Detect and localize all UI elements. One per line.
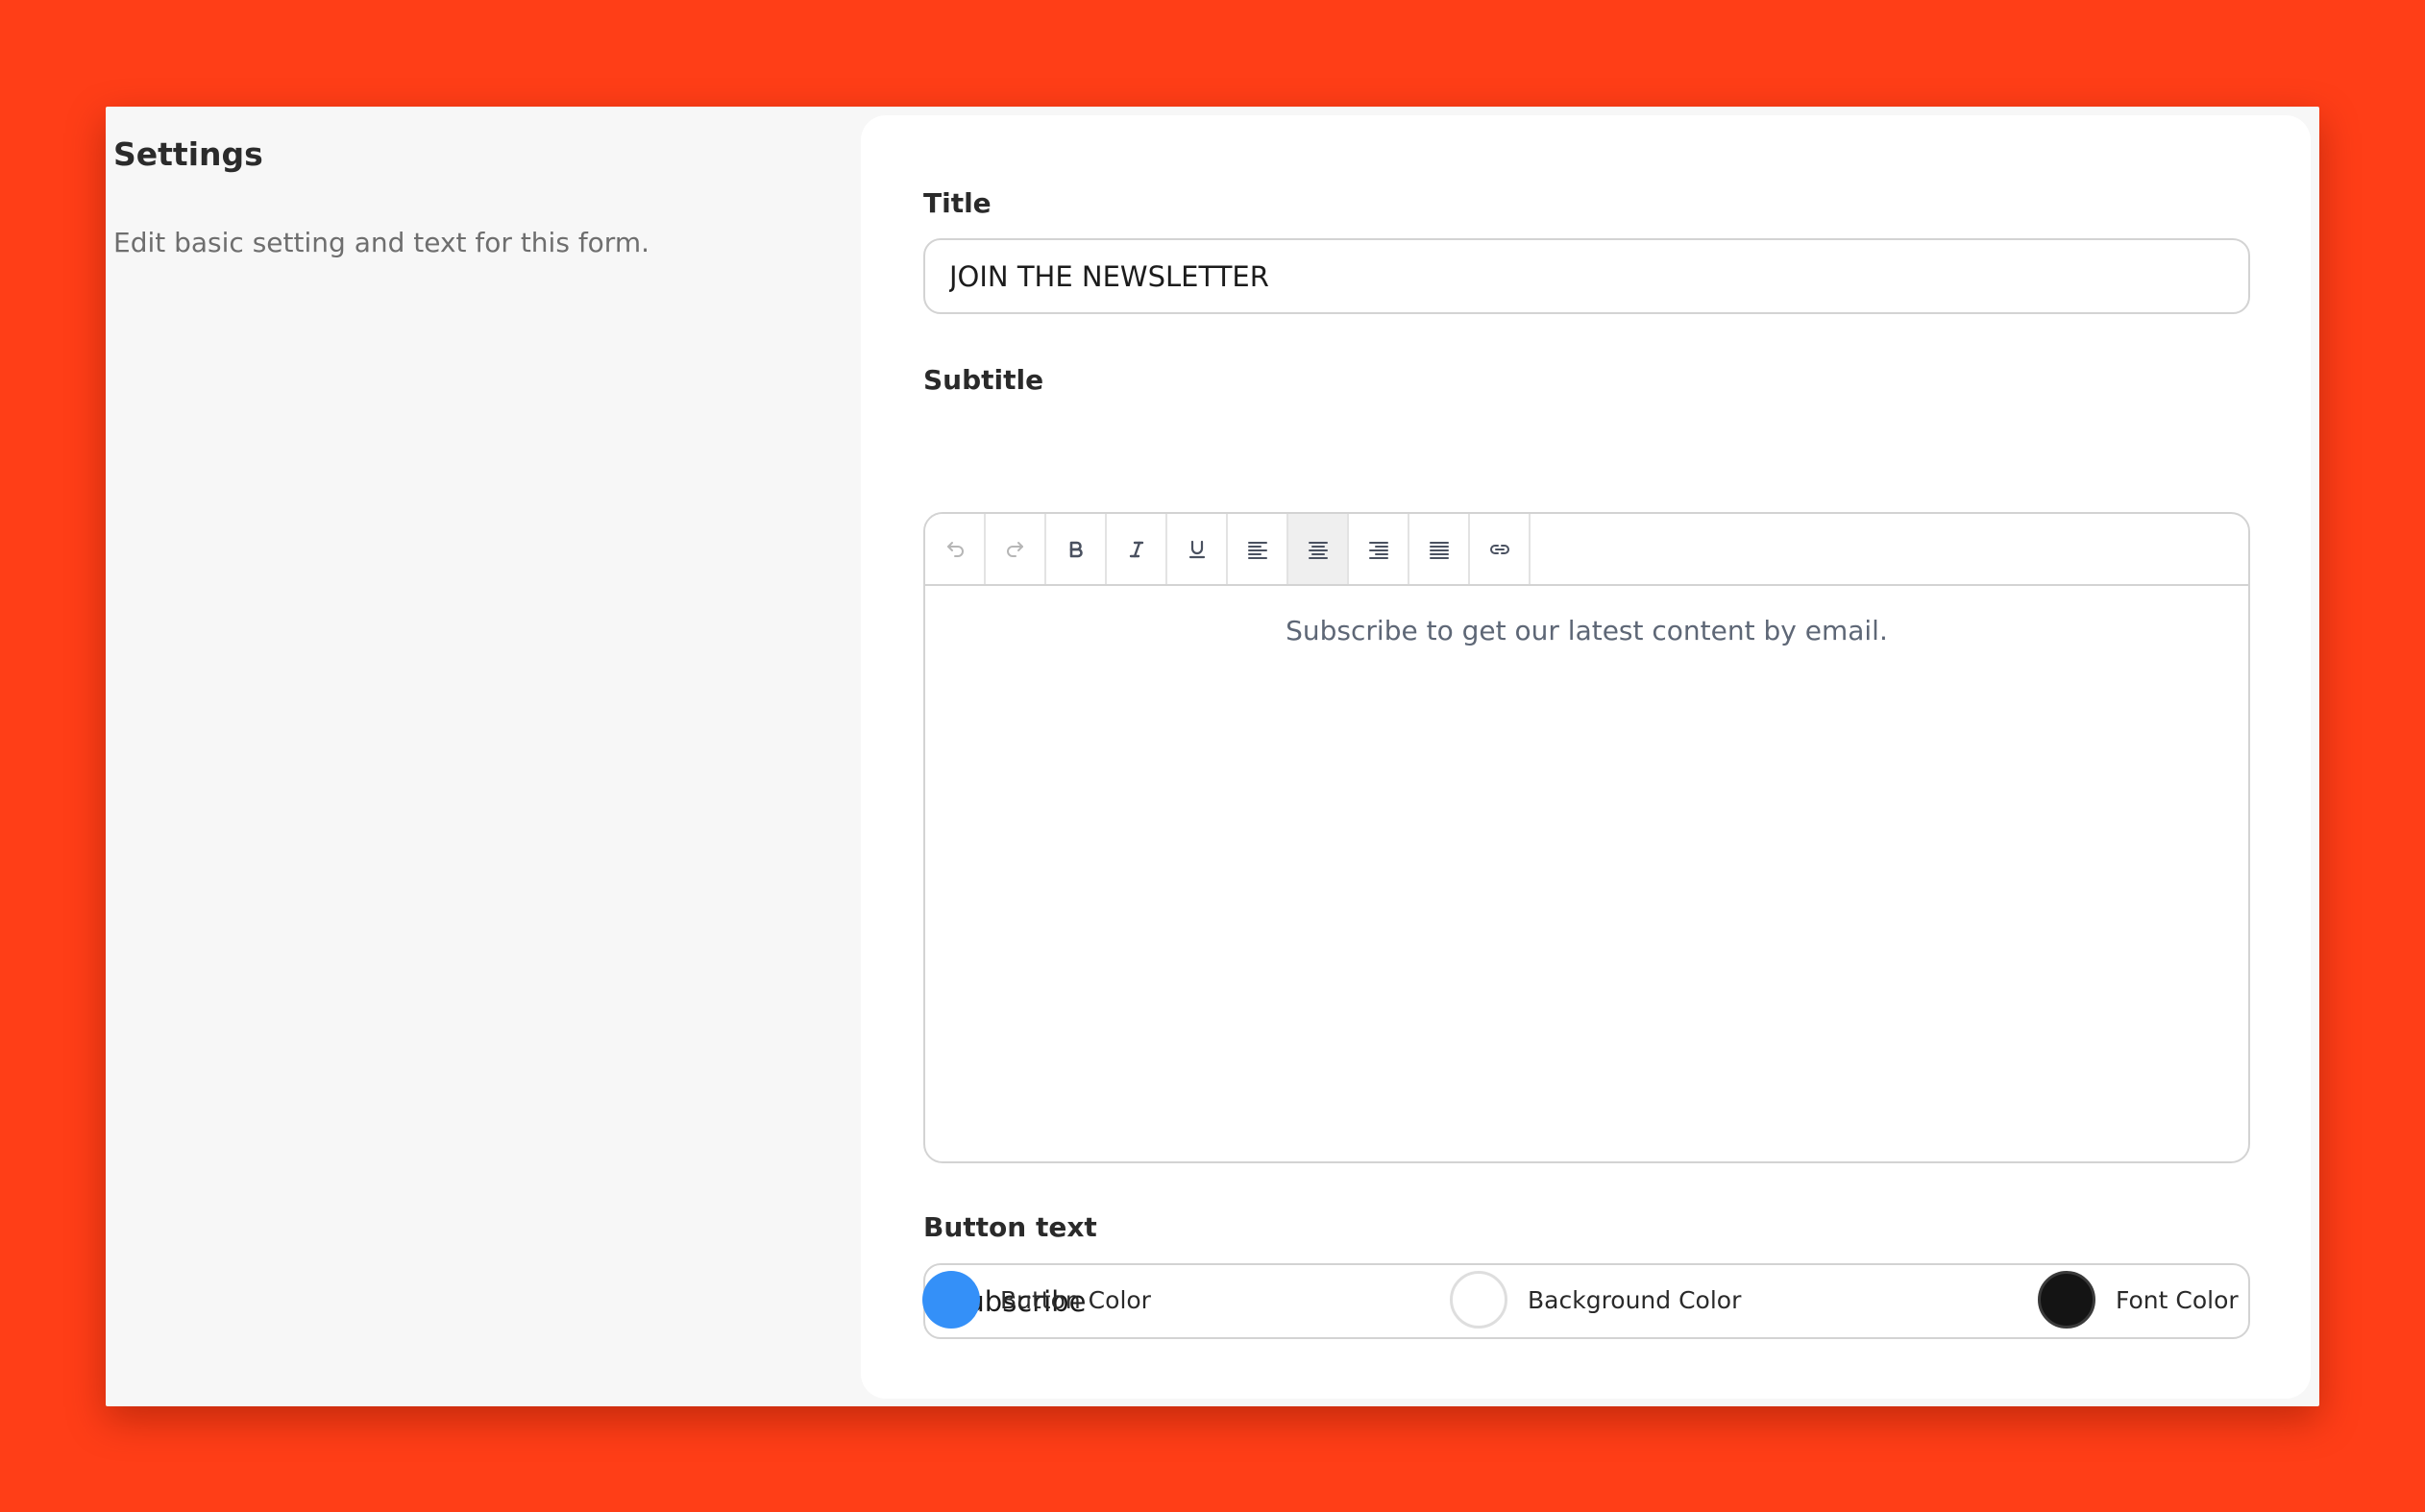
bold-icon xyxy=(1069,541,1083,557)
background-color-swatch[interactable] xyxy=(1450,1271,1507,1329)
underline-icon xyxy=(1188,540,1205,558)
editor-toolbar xyxy=(925,514,2248,586)
font-color-picker[interactable]: Font Color xyxy=(2038,1270,2239,1329)
align-right-button[interactable] xyxy=(1349,514,1409,584)
bold-button[interactable] xyxy=(1046,514,1107,584)
background-color-picker[interactable]: Background Color xyxy=(1450,1270,1741,1329)
button-color-label: Button Color xyxy=(1000,1285,1151,1314)
form-panel: Title Subtitle xyxy=(861,115,2311,1399)
italic-icon xyxy=(1129,541,1143,557)
settings-window: Settings Edit basic setting and text for… xyxy=(106,107,2319,1406)
page-title: Settings xyxy=(113,135,263,173)
link-icon xyxy=(1489,544,1509,554)
underline-button[interactable] xyxy=(1167,514,1228,584)
button-color-swatch[interactable] xyxy=(922,1271,980,1329)
button-color-picker[interactable]: Button Color xyxy=(922,1270,1151,1329)
redo-button[interactable] xyxy=(986,514,1046,584)
subtitle-editor-content[interactable]: Subscribe to get our latest content by e… xyxy=(925,586,2248,646)
font-color-swatch[interactable] xyxy=(2038,1271,2095,1329)
undo-button[interactable] xyxy=(925,514,986,584)
align-center-icon xyxy=(1308,541,1328,559)
undo-icon xyxy=(946,541,964,557)
font-color-label: Font Color xyxy=(2116,1285,2239,1314)
align-justify-button[interactable] xyxy=(1409,514,1470,584)
background-color-label: Background Color xyxy=(1528,1285,1742,1314)
button-text-label: Button text xyxy=(923,1211,1097,1243)
align-justify-icon xyxy=(1429,541,1449,559)
title-label: Title xyxy=(923,187,992,219)
align-left-icon xyxy=(1247,541,1267,559)
link-button[interactable] xyxy=(1470,514,1531,584)
align-left-button[interactable] xyxy=(1228,514,1288,584)
italic-button[interactable] xyxy=(1107,514,1167,584)
subtitle-label: Subtitle xyxy=(923,364,1044,396)
title-input[interactable] xyxy=(923,238,2250,314)
subtitle-editor: Subscribe to get our latest content by e… xyxy=(923,512,2250,1163)
align-center-button[interactable] xyxy=(1288,514,1349,584)
settings-description: Edit basic setting and text for this for… xyxy=(113,227,650,258)
align-right-icon xyxy=(1368,541,1388,559)
redo-icon xyxy=(1006,541,1023,557)
